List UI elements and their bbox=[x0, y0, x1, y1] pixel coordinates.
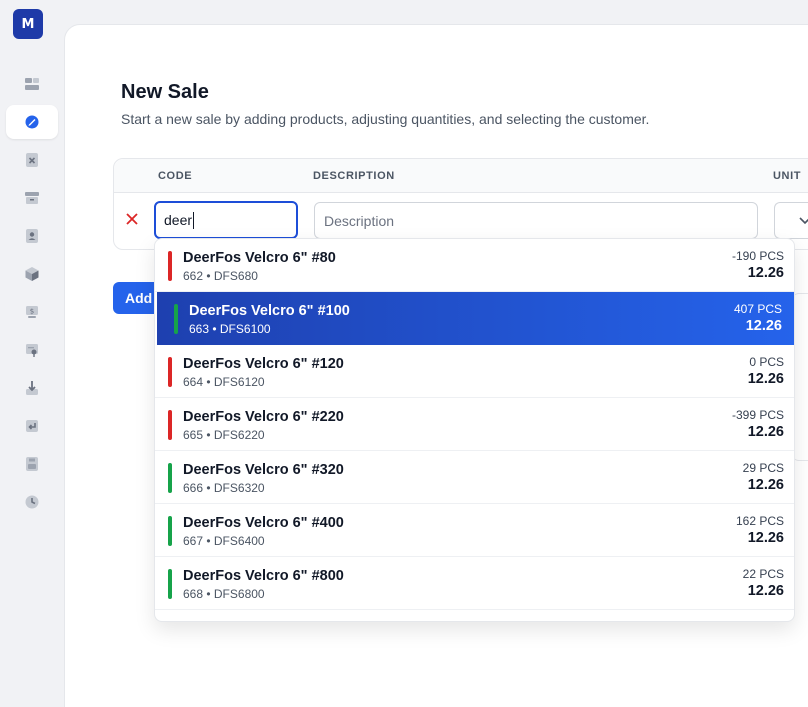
product-stock-qty: -190 PCS bbox=[731, 249, 784, 263]
remove-row-button[interactable] bbox=[124, 211, 140, 227]
text-caret bbox=[193, 211, 195, 229]
history-icon bbox=[25, 495, 39, 509]
product-autocomplete-dropdown: DeerFos Velcro 6" #80 662 • DFS680 -190 PC… bbox=[154, 238, 795, 622]
product-name: DeerFos Velcro 6" #100 bbox=[189, 303, 350, 319]
stock-indicator bbox=[174, 304, 178, 334]
product-code: 668 • DFS6800 bbox=[183, 587, 265, 601]
stock-indicator bbox=[168, 463, 172, 493]
stock-indicator bbox=[168, 357, 172, 387]
product-option[interactable]: DeerFos Velcro 6" #100 663 • DFS6100 407 P… bbox=[157, 292, 794, 345]
product-code: 663 • DFS6100 bbox=[189, 322, 271, 336]
product-price: 12.26 bbox=[745, 318, 782, 334]
svg-text:$: $ bbox=[30, 308, 34, 316]
product-option[interactable]: DeerFos Velcro 6" #800 668 • DFS6800 22 PC… bbox=[155, 557, 794, 610]
product-name: DeerFos Velcro 6" #800 bbox=[183, 568, 344, 584]
product-stock-qty: -399 PCS bbox=[731, 408, 784, 422]
inventory-icon bbox=[25, 192, 39, 204]
product-stock-qty: 162 PCS bbox=[735, 514, 784, 528]
sidebar-item-pricing[interactable]: $ bbox=[6, 295, 58, 329]
app-logo[interactable]: M bbox=[13, 9, 43, 39]
sidebar-item-reports[interactable] bbox=[6, 333, 58, 367]
unit-select[interactable] bbox=[774, 202, 808, 239]
sidebar-item-void[interactable] bbox=[6, 143, 58, 177]
product-option[interactable]: DeerFos Velcro 6" #220 665 • DFS6220 -399 … bbox=[155, 398, 794, 451]
stock-indicator bbox=[168, 251, 172, 281]
product-stock-qty: 0 PCS bbox=[749, 355, 784, 369]
product-price: 12.26 bbox=[747, 265, 784, 281]
product-code: 666 • DFS6320 bbox=[183, 481, 265, 495]
product-price: 12.26 bbox=[747, 424, 784, 440]
sale-items-table: CODE DESCRIPTION UNIT deer Description bbox=[113, 158, 808, 250]
product-option[interactable]: DeerFos Velcro 6" #320 666 • DFS6320 29 PC… bbox=[155, 451, 794, 504]
sidebar-item-receiving[interactable] bbox=[6, 371, 58, 405]
header-unit: UNIT bbox=[773, 170, 802, 182]
page-title: New Sale bbox=[121, 81, 209, 103]
product-name: DeerFos Velcro 6" #320 bbox=[183, 462, 344, 478]
product-stock-qty: 407 PCS bbox=[733, 302, 782, 316]
sidebar-item-inventory[interactable] bbox=[6, 181, 58, 215]
code-input-value: deer bbox=[164, 212, 193, 228]
code-input[interactable]: deer bbox=[154, 201, 298, 239]
sidebar-item-products[interactable] bbox=[6, 257, 58, 291]
product-price: 12.26 bbox=[747, 371, 784, 387]
chevron-down-icon bbox=[798, 216, 808, 224]
header-code: CODE bbox=[158, 170, 193, 182]
product-name: DeerFos Velcro 6" #220 bbox=[183, 409, 344, 425]
product-stock-qty: 29 PCS bbox=[742, 461, 784, 475]
close-icon bbox=[126, 213, 138, 225]
sidebar-item-history[interactable] bbox=[6, 485, 58, 519]
sidebar-item-customers[interactable] bbox=[6, 219, 58, 253]
product-price: 12.26 bbox=[747, 583, 784, 599]
sidebar-item-new-sale[interactable] bbox=[6, 105, 58, 139]
product-option[interactable]: DeerFos Velcro 6" #400 667 • DFS6400 162 P… bbox=[155, 504, 794, 557]
stock-indicator bbox=[168, 410, 172, 440]
product-code: 667 • DFS6400 bbox=[183, 534, 265, 548]
stock-indicator bbox=[168, 516, 172, 546]
reports-icon bbox=[26, 344, 38, 357]
product-stock-qty: 22 PCS bbox=[742, 567, 784, 581]
new-sale-icon bbox=[25, 115, 39, 129]
receiving-icon bbox=[26, 381, 38, 395]
table-header: CODE DESCRIPTION UNIT bbox=[114, 159, 808, 193]
description-placeholder: Description bbox=[324, 212, 395, 229]
product-code: 665 • DFS6220 bbox=[183, 428, 265, 442]
sidebar-item-storage[interactable] bbox=[6, 447, 58, 481]
product-name: DeerFos Velcro 6" #400 bbox=[183, 515, 344, 531]
products-icon bbox=[25, 267, 39, 281]
sidebar-item-returns[interactable] bbox=[6, 409, 58, 443]
description-input[interactable]: Description bbox=[314, 202, 758, 239]
product-name: DeerFos Velcro 6" #120 bbox=[183, 356, 344, 372]
page-subtitle: Start a new sale by adding products, adj… bbox=[121, 111, 650, 127]
storage-icon bbox=[26, 457, 38, 471]
product-code: 664 • DFS6120 bbox=[183, 375, 265, 389]
dashboard-icon bbox=[25, 78, 39, 90]
product-name: DeerFos Velcro 6" #80 bbox=[183, 250, 336, 266]
void-icon bbox=[26, 153, 38, 167]
product-option[interactable]: DeerFos Velcro 6" #120 664 • DFS6120 0 PCS… bbox=[155, 345, 794, 398]
customers-icon bbox=[26, 229, 38, 243]
returns-icon bbox=[26, 420, 38, 432]
product-price: 12.26 bbox=[747, 477, 784, 493]
product-price: 12.26 bbox=[747, 530, 784, 546]
product-code: 662 • DFS680 bbox=[183, 269, 258, 283]
product-option[interactable]: DeerFos Velcro 6" #80 662 • DFS680 -190 PC… bbox=[155, 239, 794, 292]
pricing-icon: $ bbox=[26, 306, 38, 318]
header-description: DESCRIPTION bbox=[313, 170, 395, 182]
stock-indicator bbox=[168, 569, 172, 599]
sidebar-item-dashboard[interactable] bbox=[6, 67, 58, 101]
sidebar: M $ bbox=[0, 0, 64, 707]
